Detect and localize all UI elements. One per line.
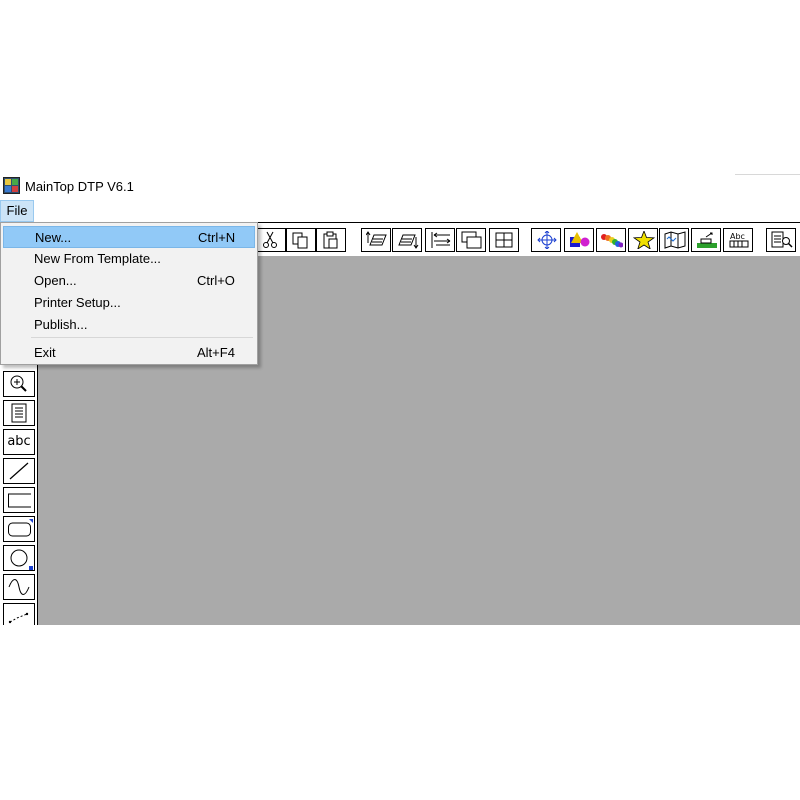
menu-item-label: Exit — [34, 345, 56, 360]
file-menu-dropdown: New... Ctrl+N New From Template... Open.… — [0, 222, 258, 365]
menu-bar: File — [0, 200, 800, 222]
move-icon — [537, 231, 557, 249]
menu-item-open[interactable]: Open... Ctrl+O — [3, 270, 255, 292]
title-divider — [735, 174, 800, 175]
align-icon — [431, 232, 451, 248]
rectangle-tool-button[interactable] — [3, 487, 35, 513]
map-button[interactable] — [659, 228, 689, 252]
copy-icon — [292, 232, 308, 249]
bring-forward-button[interactable] — [361, 228, 391, 252]
ungroup-button[interactable] — [489, 228, 519, 252]
menu-item-new-from-template[interactable]: New From Template... — [3, 248, 255, 270]
rectangle-icon — [8, 493, 31, 508]
align-button[interactable] — [425, 228, 455, 252]
shapes-color-icon — [570, 232, 590, 247]
curve-tool-button[interactable] — [3, 574, 35, 600]
send-backward-icon — [398, 234, 419, 249]
menu-item-label: Printer Setup... — [34, 295, 121, 310]
paste-icon — [323, 231, 338, 249]
ellipse-icon — [10, 549, 33, 570]
zoom-tool-button[interactable] — [3, 371, 35, 397]
menu-item-label: New... — [35, 230, 72, 245]
menu-item-shortcut: Ctrl+N — [198, 230, 236, 245]
shapes-color-button[interactable] — [564, 228, 594, 252]
bring-forward-icon — [366, 231, 387, 246]
rounded-rect-tool-button[interactable] — [3, 516, 35, 542]
cut-icon — [263, 231, 277, 248]
line-tool-button[interactable] — [3, 458, 35, 484]
properties-icon — [771, 231, 793, 248]
polyline-icon — [8, 612, 29, 624]
chart-button[interactable] — [691, 228, 721, 252]
star-button[interactable] — [628, 228, 658, 252]
page-icon — [11, 403, 27, 423]
send-backward-button[interactable] — [392, 228, 422, 252]
group-button[interactable] — [456, 228, 486, 252]
menu-item-new[interactable]: New... Ctrl+N — [3, 226, 255, 248]
properties-button[interactable] — [766, 228, 796, 252]
group-icon — [461, 231, 482, 249]
app-icon — [3, 177, 20, 194]
menu-item-exit[interactable]: Exit Alt+F4 — [3, 342, 255, 364]
polyline-tool-button[interactable] — [3, 603, 35, 625]
svg-text:Abc: Abc — [730, 232, 745, 241]
menu-item-publish[interactable]: Publish... — [3, 314, 255, 336]
zoom-in-icon — [10, 375, 27, 392]
paste-button[interactable] — [316, 228, 346, 252]
title-bar: MainTop DTP V6.1 — [0, 172, 800, 200]
menu-item-label: Publish... — [34, 317, 88, 332]
chart-icon — [697, 232, 717, 248]
window-title: MainTop DTP V6.1 — [25, 179, 134, 194]
rainbow-icon — [601, 234, 623, 248]
rounded-rectangle-icon — [8, 519, 33, 537]
menu-item-label: Open... — [34, 273, 77, 288]
menu-file[interactable]: File — [0, 200, 34, 222]
star-icon — [633, 231, 655, 249]
text-fit-icon: Abc — [729, 232, 749, 248]
menu-separator — [31, 337, 253, 338]
menu-item-printer-setup[interactable]: Printer Setup... — [3, 292, 255, 314]
cut-button[interactable] — [256, 228, 286, 252]
ungroup-icon — [495, 232, 513, 248]
curve-icon — [8, 579, 30, 595]
rainbow-button[interactable] — [596, 228, 626, 252]
text-fit-button[interactable]: Abc — [723, 228, 753, 252]
line-icon — [9, 462, 29, 480]
menu-item-shortcut: Alt+F4 — [197, 345, 235, 360]
ellipse-tool-button[interactable] — [3, 545, 35, 571]
menu-item-label: New From Template... — [34, 251, 161, 266]
move-button[interactable] — [531, 228, 561, 252]
map-icon — [664, 231, 686, 249]
menu-item-shortcut: Ctrl+O — [197, 273, 235, 288]
page-tool-button[interactable] — [3, 400, 35, 426]
copy-button[interactable] — [286, 228, 316, 252]
text-tool-button[interactable]: abc — [3, 429, 35, 455]
text-tool-label: abc — [7, 434, 31, 449]
